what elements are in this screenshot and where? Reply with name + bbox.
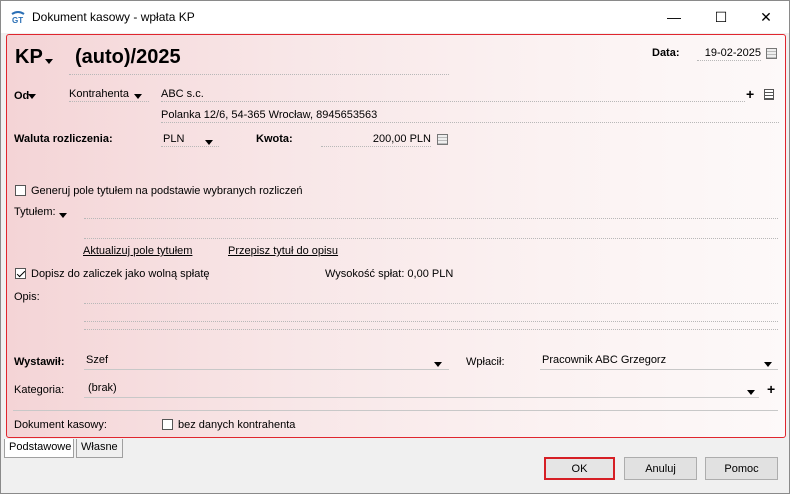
app-logo-icon: GT	[11, 11, 25, 24]
issued-value: Szef	[86, 354, 109, 366]
paid-value: Pracownik ABC Grzegorz	[542, 354, 667, 366]
issued-label: Wystawił:	[14, 356, 65, 368]
chevron-down-icon	[205, 139, 213, 145]
copy-title-link[interactable]: Przepisz tytuł do opisu	[228, 245, 338, 257]
counterparty-name-field[interactable]: ABC s.c.	[161, 88, 745, 102]
chevron-down-icon	[747, 389, 755, 395]
description-label: Opis:	[14, 291, 40, 303]
advance-label: Dopisz do zaliczek jako wolną spłatę	[31, 268, 210, 280]
from-label: Od	[14, 90, 30, 102]
cancel-button[interactable]: Anuluj	[624, 457, 697, 480]
category-select[interactable]: (brak)	[84, 382, 759, 398]
chevron-down-icon	[59, 212, 67, 218]
minimize-button[interactable]: —	[651, 1, 697, 33]
paid-select[interactable]: Pracownik ABC Grzegorz	[540, 354, 778, 370]
calculator-icon[interactable]	[437, 134, 448, 145]
tab-podstawowe[interactable]: Podstawowe	[4, 439, 74, 458]
dialog-window: GT Dokument kasowy - wpłata KP — ☐ ✕ KP …	[0, 0, 790, 494]
chevron-down-icon	[45, 58, 53, 64]
issued-dropdown[interactable]	[434, 358, 442, 370]
counterparty-type-dropdown[interactable]	[134, 90, 142, 102]
issued-select[interactable]: Szef	[84, 354, 449, 370]
add-category-button[interactable]: +	[767, 381, 775, 397]
separator	[13, 410, 778, 411]
add-counterparty-button[interactable]: +	[746, 86, 754, 102]
from-dropdown[interactable]	[28, 90, 36, 102]
currency-label: Waluta rozliczenia:	[14, 133, 113, 145]
update-title-link[interactable]: Aktualizuj pole tytułem	[83, 245, 192, 257]
tab-label: Podstawowe	[9, 441, 72, 453]
title-line-2[interactable]	[84, 225, 778, 239]
close-button[interactable]: ✕	[743, 1, 789, 33]
date-label: Data:	[652, 47, 680, 59]
paid-label: Wpłacił:	[466, 356, 505, 368]
tab-label: Własne	[81, 441, 118, 453]
chevron-down-icon	[28, 93, 36, 99]
chevron-down-icon	[434, 361, 442, 367]
description-line-1[interactable]	[84, 290, 778, 304]
advance-checkbox[interactable]	[15, 268, 26, 279]
main-form-panel: KP (auto)/2025 Data: 19-02-2025 Od Kontr…	[6, 34, 786, 438]
window-title: Dokument kasowy - wpłata KP	[32, 10, 195, 24]
generate-title-label: Generuj pole tytułem na podstawie wybran…	[31, 185, 303, 197]
title-bar: GT Dokument kasowy - wpłata KP — ☐ ✕	[1, 1, 789, 33]
svg-text:GT: GT	[12, 16, 23, 24]
category-label: Kategoria:	[14, 384, 65, 396]
doc-type-dropdown[interactable]	[45, 55, 53, 67]
counterparty-type-value: Kontrahenta	[69, 88, 129, 100]
cash-doc-label: Dokument kasowy:	[14, 419, 107, 431]
counterparty-address: Polanka 12/6, 54-365 Wrocław, 8945653563	[161, 109, 779, 123]
doc-type-label: KP	[15, 46, 43, 68]
title-line-1[interactable]	[84, 205, 778, 219]
currency-value: PLN	[163, 133, 185, 145]
no-counterparty-label: bez danych kontrahenta	[178, 419, 296, 431]
generate-title-checkbox[interactable]	[15, 185, 26, 196]
amount-label: Kwota:	[256, 133, 293, 145]
help-button[interactable]: Pomoc	[705, 457, 778, 480]
description-line-3[interactable]	[84, 316, 778, 330]
date-field[interactable]: 19-02-2025	[697, 47, 761, 61]
list-icon[interactable]	[764, 89, 774, 100]
maximize-button[interactable]: ☐	[698, 1, 744, 33]
payment-amount: Wysokość spłat: 0,00 PLN	[325, 268, 454, 280]
ok-button[interactable]: OK	[544, 457, 615, 480]
category-value: (brak)	[88, 382, 117, 394]
chevron-down-icon	[134, 93, 142, 99]
paid-dropdown[interactable]	[764, 358, 772, 370]
tab-wlasne[interactable]: Własne	[76, 439, 123, 458]
no-counterparty-checkbox[interactable]	[162, 419, 173, 430]
category-dropdown[interactable]	[747, 386, 755, 398]
amount-field[interactable]: 200,00 PLN	[321, 133, 431, 147]
currency-dropdown[interactable]	[205, 136, 213, 148]
title-dropdown[interactable]	[59, 209, 67, 221]
calendar-icon[interactable]	[766, 48, 777, 59]
chevron-down-icon	[764, 361, 772, 367]
doc-number-field[interactable]: (auto)/2025	[69, 46, 449, 75]
title-label: Tytułem:	[14, 206, 56, 218]
